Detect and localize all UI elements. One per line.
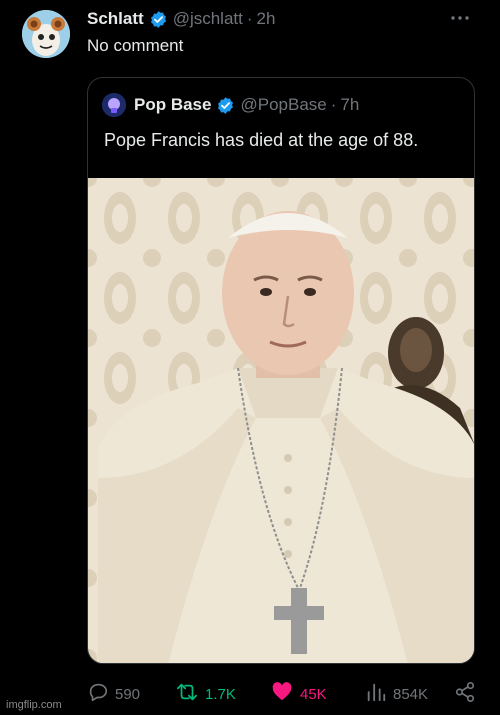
repost-count: 1.7K bbox=[205, 685, 236, 703]
more-options-icon[interactable] bbox=[448, 8, 472, 28]
author-avatar[interactable] bbox=[22, 10, 70, 58]
reply-button[interactable]: 590 bbox=[87, 682, 140, 706]
post-text: No comment bbox=[87, 36, 184, 55]
views-icon bbox=[365, 681, 393, 707]
quoted-author-handle[interactable]: @PopBase bbox=[240, 95, 326, 115]
reply-count: 590 bbox=[115, 685, 141, 703]
action-bar: 590 1.7K 45K 854K bbox=[87, 682, 483, 706]
quoted-post-photo[interactable] bbox=[88, 178, 474, 663]
cartoon-avatar-image bbox=[22, 10, 70, 58]
reply-icon bbox=[87, 681, 115, 707]
pope-portrait-image bbox=[88, 178, 474, 663]
quoted-post-text: Pope Francis has died at the age of 88. bbox=[104, 130, 419, 150]
verified-badge-icon bbox=[216, 96, 235, 115]
popbase-logo-image bbox=[102, 93, 126, 117]
post-time[interactable]: 2h bbox=[257, 9, 276, 29]
imgflip-watermark: imgflip.com bbox=[6, 699, 62, 711]
views-count: 854K bbox=[393, 685, 429, 703]
like-count: 45K bbox=[300, 685, 327, 703]
share-icon bbox=[454, 681, 482, 707]
author-handle[interactable]: @jschlatt bbox=[173, 9, 243, 29]
quoted-author-line: Pop Base @PopBase · 7h bbox=[102, 93, 359, 117]
like-button[interactable]: 45K bbox=[270, 682, 327, 706]
repost-button[interactable]: 1.7K bbox=[175, 682, 236, 706]
quoted-author-avatar[interactable] bbox=[102, 93, 126, 117]
quoted-post-card[interactable]: Pop Base @PopBase · 7h Pope Francis has … bbox=[87, 77, 475, 664]
quoted-author-name[interactable]: Pop Base bbox=[134, 95, 211, 115]
quoted-post-time[interactable]: 7h bbox=[340, 95, 359, 115]
author-name[interactable]: Schlatt bbox=[87, 9, 144, 29]
separator-dot: · bbox=[246, 9, 253, 28]
post-author-line: Schlatt @jschlatt · 2h bbox=[87, 8, 275, 30]
share-button[interactable] bbox=[454, 682, 482, 706]
views-button[interactable]: 854K bbox=[365, 682, 428, 706]
separator-dot: · bbox=[330, 95, 337, 114]
repost-icon bbox=[175, 681, 205, 707]
verified-badge-icon bbox=[149, 10, 168, 29]
like-heart-icon bbox=[270, 681, 300, 707]
